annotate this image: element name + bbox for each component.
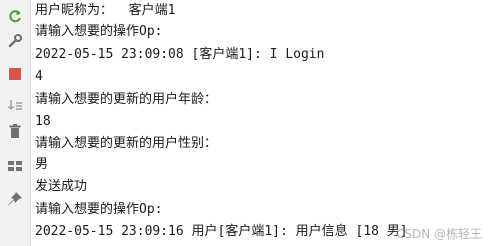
wrench-icon[interactable] bbox=[5, 31, 25, 51]
layout-icon[interactable] bbox=[5, 156, 25, 176]
stop-icon[interactable] bbox=[5, 64, 25, 84]
console-line: 男 bbox=[35, 157, 49, 172]
console-line: 用户昵称为： 客户端1 bbox=[35, 3, 176, 18]
console-line: 4 bbox=[35, 69, 43, 84]
console-line: 2022-05-15 23:09:16 用户[客户端1]: 用户信息 [18 男… bbox=[35, 224, 408, 239]
console-toolbar bbox=[0, 0, 31, 246]
console-line: 请输入想要的更新的用户年龄： bbox=[35, 92, 218, 107]
console-line: 请输入想要的操作Op: bbox=[35, 24, 163, 39]
console-line: 18 bbox=[35, 114, 51, 129]
console-line: 请输入想要的操作Op: bbox=[35, 202, 163, 217]
console-line: 发送成功 bbox=[35, 179, 88, 194]
rerun-icon[interactable] bbox=[5, 6, 25, 26]
console-line: 请输入想要的更新的用户性别： bbox=[35, 136, 218, 151]
console-line: 2022-05-15 23:09:08 [客户端1]: I Login bbox=[35, 47, 325, 62]
pin-icon[interactable] bbox=[5, 189, 25, 209]
sort-icon[interactable] bbox=[5, 95, 25, 115]
watermark: CSDN @栋轻王 bbox=[395, 227, 482, 241]
trash-icon[interactable] bbox=[5, 121, 25, 141]
console-output: 用户昵称为： 客户端1 请输入想要的操作Op: 2022-05-15 23:09… bbox=[35, 0, 492, 246]
